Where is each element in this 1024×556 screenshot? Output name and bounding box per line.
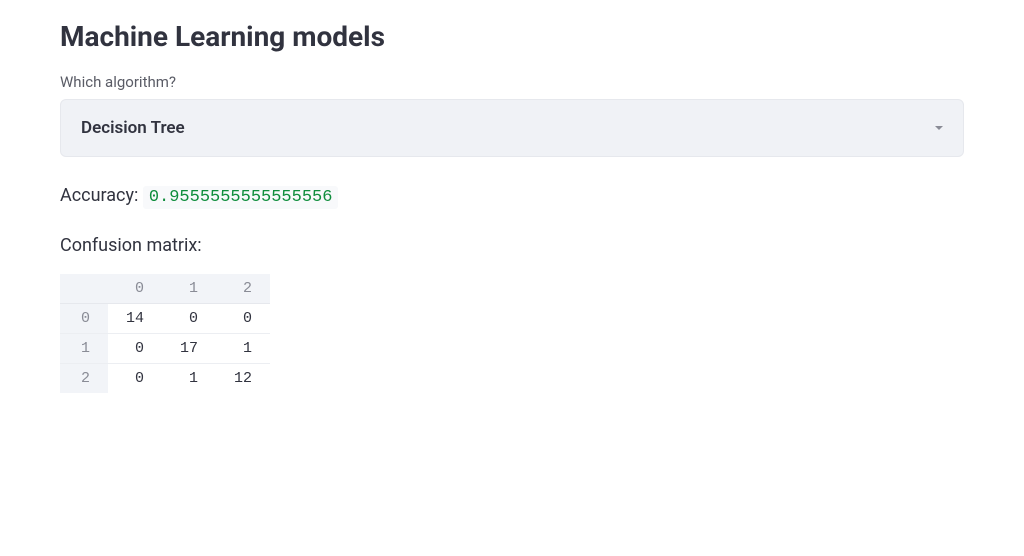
cell: 1: [162, 364, 216, 394]
cell: 17: [162, 334, 216, 364]
accuracy-line: Accuracy: 0.9555555555555556: [60, 185, 964, 207]
cell: 0: [162, 304, 216, 334]
cell: 0: [108, 334, 162, 364]
cell: 1: [216, 334, 270, 364]
confusion-matrix-label: Confusion matrix:: [60, 235, 964, 256]
algorithm-selected-value: Decision Tree: [81, 118, 185, 138]
col-header: 0: [108, 274, 162, 304]
row-header: 2: [60, 364, 108, 394]
page-title: Machine Learning models: [60, 20, 964, 53]
table-row: 1 0 17 1: [60, 334, 270, 364]
confusion-matrix-table: 0 1 2 0 14 0 0 1 0 17 1 2 0 1 12: [60, 274, 270, 393]
col-header: 1: [162, 274, 216, 304]
table-header-row: 0 1 2: [60, 274, 270, 304]
cell: 12: [216, 364, 270, 394]
accuracy-value: 0.9555555555555556: [143, 186, 339, 209]
cell: 14: [108, 304, 162, 334]
row-header: 0: [60, 304, 108, 334]
chevron-down-icon: [935, 126, 943, 130]
algorithm-select[interactable]: Decision Tree: [60, 99, 964, 157]
cell: 0: [216, 304, 270, 334]
row-header: 1: [60, 334, 108, 364]
accuracy-label: Accuracy:: [60, 185, 143, 206]
corner-cell: [60, 274, 108, 304]
col-header: 2: [216, 274, 270, 304]
cell: 0: [108, 364, 162, 394]
table-row: 2 0 1 12: [60, 364, 270, 394]
algorithm-label: Which algorithm?: [60, 73, 964, 91]
table-row: 0 14 0 0: [60, 304, 270, 334]
